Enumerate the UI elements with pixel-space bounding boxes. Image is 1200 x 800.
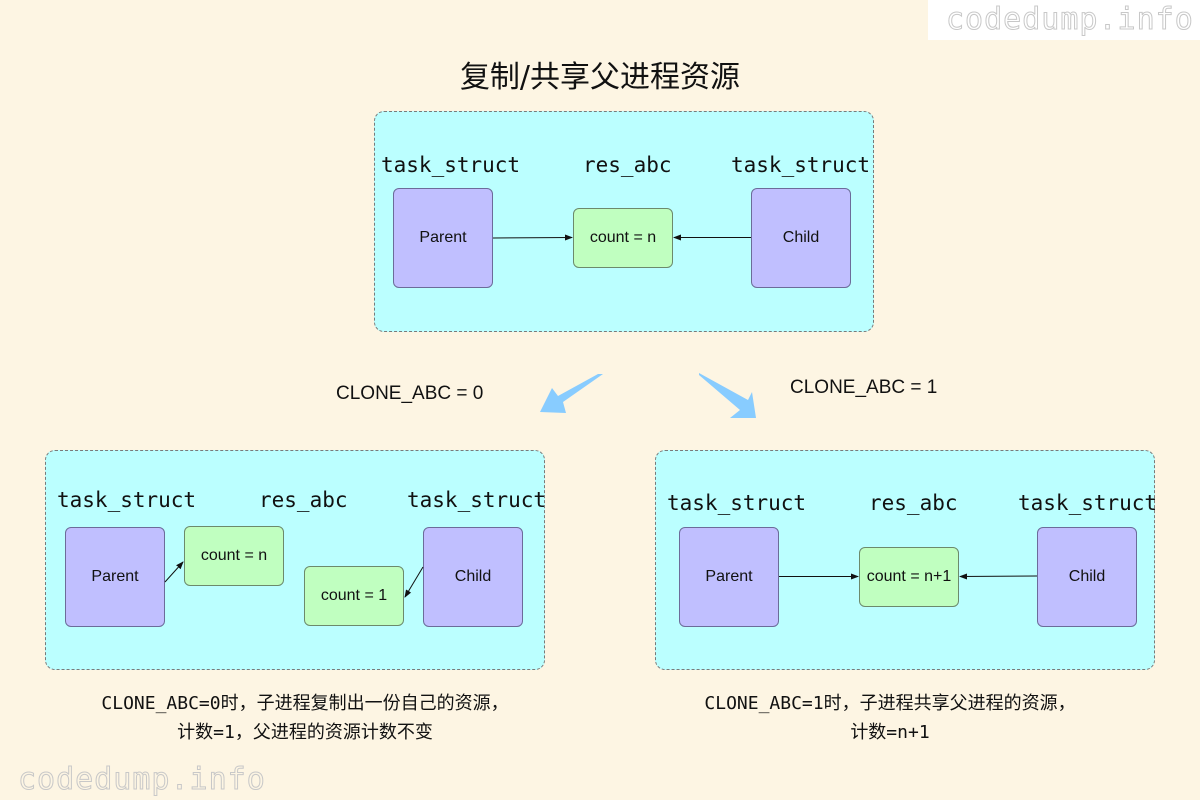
left-child-label: Child	[454, 568, 492, 585]
left-parent-resource-box: count = n	[184, 526, 284, 586]
branch-label-clone-1: CLONE_ABC = 1	[790, 377, 938, 398]
top-parent-struct-label: task_struct	[381, 153, 521, 177]
left-caption: CLONE_ABC=0时，子进程复制出一份自己的资源， 计数=1，父进程的资源计…	[40, 689, 570, 747]
left-parent-struct-label: task_struct	[57, 488, 197, 512]
watermark-bottom: codedump.info	[18, 762, 266, 798]
left-resource-label: res_abc	[259, 488, 348, 512]
left-parent-resource-count: count = n	[200, 547, 268, 564]
branch-label-clone-0: CLONE_ABC = 0	[336, 383, 484, 404]
left-parent-box: Parent	[65, 527, 165, 627]
diagram-title: 复制/共享父进程资源	[459, 60, 741, 95]
right-resource-count: count = n+1	[866, 568, 952, 585]
left-child-resource-count: count = 1	[320, 587, 388, 604]
right-parent-struct-label: task_struct	[667, 491, 807, 515]
top-parent-label: Parent	[419, 229, 467, 246]
right-resource-label: res_abc	[869, 491, 958, 515]
branch-arrow-right	[699, 373, 756, 418]
watermark-text: codedump.info	[946, 2, 1194, 38]
right-parent-box: Parent	[679, 527, 779, 627]
right-caption-line-1: CLONE_ABC=1时，子进程共享父进程的资源，	[704, 693, 1076, 714]
right-child-label: Child	[1068, 568, 1106, 585]
left-child-resource-box: count = 1	[304, 566, 404, 626]
branch-arrow-left	[540, 374, 603, 413]
right-child-struct-label: task_struct	[1018, 491, 1158, 515]
top-child-label: Child	[782, 229, 820, 246]
left-parent-label: Parent	[91, 568, 139, 585]
top-resource-box: count = n	[573, 208, 673, 268]
top-parent-box: Parent	[393, 188, 493, 288]
left-child-struct-label: task_struct	[407, 488, 547, 512]
right-parent-label: Parent	[705, 568, 753, 585]
top-child-box: Child	[751, 188, 851, 288]
right-resource-box: count = n+1	[859, 547, 959, 607]
left-child-box: Child	[423, 527, 523, 627]
top-resource-count: count = n	[589, 229, 657, 246]
top-resource-label: res_abc	[583, 153, 672, 177]
top-child-struct-label: task_struct	[731, 153, 871, 177]
watermark-top: codedump.info	[928, 0, 1200, 40]
right-caption-line-2: 计数=n+1	[850, 722, 930, 743]
right-child-box: Child	[1037, 527, 1137, 627]
right-caption: CLONE_ABC=1时，子进程共享父进程的资源， 计数=n+1	[660, 689, 1120, 747]
left-caption-line-2: 计数=1，父进程的资源计数不变	[177, 722, 433, 743]
left-caption-line-1: CLONE_ABC=0时，子进程复制出一份自己的资源，	[101, 693, 509, 714]
